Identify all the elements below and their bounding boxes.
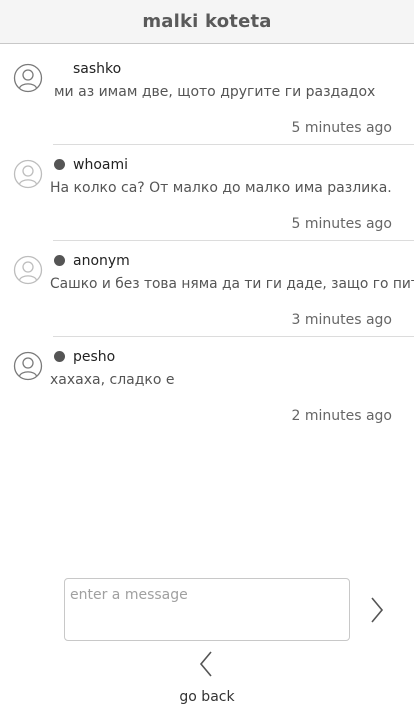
page-title: malki koteta [142,11,272,32]
message-username: anonym [73,253,130,269]
message-divider [53,240,414,241]
message-item: whoami На колко са? От малко до малко им… [0,144,414,240]
message-timestamp: 5 minutes ago [291,120,392,136]
message-item: anonym Сашко и без това няма да ти ги да… [0,240,414,336]
go-back-link[interactable]: go back [0,689,414,705]
user-avatar-icon [13,159,43,189]
user-avatar-icon [13,351,43,381]
chat-screen: malki koteta sashko ми аз имам две, щото… [0,0,414,716]
message-item: pesho хахаха, сладко е 2 minutes ago [0,336,414,432]
message-username: whoami [73,157,128,173]
chevron-right-icon [371,597,384,623]
message-text: ми аз имам две, щото другите ги раздадох [54,84,376,100]
chevron-left-icon [199,651,212,677]
message-text: На колко са? От малко до малко има разли… [50,180,392,196]
message-username: sashko [73,61,122,77]
message-timestamp: 3 minutes ago [291,312,392,328]
message-divider [53,144,414,145]
message-input[interactable] [64,578,350,641]
online-status-icon [54,255,65,266]
header-bar: malki koteta [0,0,414,44]
message-item: sashko ми аз имам две, щото другите ги р… [0,48,414,144]
go-back-arrow-button[interactable] [192,648,220,680]
user-avatar-icon [13,255,43,285]
message-text: Сашко и без това няма да ти ги даде, защ… [50,276,414,292]
message-text: хахаха, сладко е [50,372,175,388]
message-username: pesho [73,349,116,365]
message-timestamp: 2 minutes ago [291,408,392,424]
send-button[interactable] [362,592,392,628]
message-divider [53,336,414,337]
user-avatar-icon [13,63,43,93]
online-status-icon [54,159,65,170]
online-status-icon [54,351,65,362]
message-timestamp: 5 minutes ago [291,216,392,232]
